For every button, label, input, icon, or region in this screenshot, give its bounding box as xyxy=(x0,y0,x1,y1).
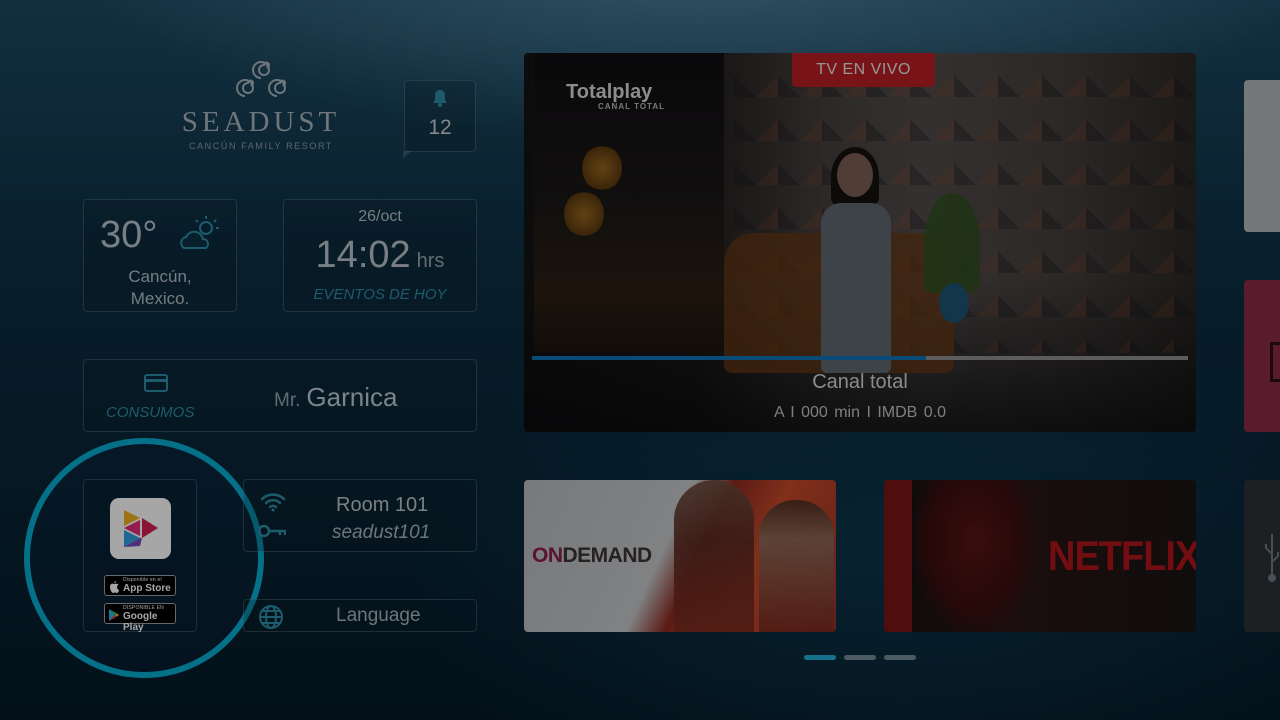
key-icon xyxy=(257,524,287,543)
consumos-link[interactable]: CONSUMOS xyxy=(106,404,194,421)
playback-progress xyxy=(532,356,1188,360)
hotel-subtitle: CANCÚN FAMILY RESORT xyxy=(188,141,334,151)
pagination-dot[interactable] xyxy=(844,655,876,660)
side-card-1[interactable] xyxy=(1244,80,1280,232)
app-store-text: App Store xyxy=(123,583,171,594)
notifications-button[interactable]: 12 xyxy=(404,80,476,152)
channel-logo-text: Totalplay xyxy=(566,81,653,103)
credit-card-icon xyxy=(144,374,168,397)
wifi-icon xyxy=(260,492,286,517)
room-wifi-panel[interactable]: Room 101 seadust101 xyxy=(243,479,477,552)
mobile-app-tile[interactable]: Disponible en el App Store DISPONIBLE EN… xyxy=(83,479,197,633)
notification-bubble-tail xyxy=(403,151,411,159)
current-time: 14:02 hrs xyxy=(284,234,476,277)
ondemand-logo: ONDEMAND xyxy=(532,544,652,568)
guest-name: Mr. Garnica xyxy=(274,382,397,413)
wifi-password: seadust101 xyxy=(332,522,431,543)
ondemand-logo-rest: DEMAND xyxy=(562,544,653,567)
weather-widget[interactable]: 30° Cancún, Mexico. xyxy=(83,199,237,312)
current-date: 26/oct xyxy=(358,208,402,225)
language-label: Language xyxy=(336,605,421,626)
globe-icon xyxy=(258,604,284,635)
time-unit: hrs xyxy=(416,250,445,272)
google-play-icon xyxy=(109,608,119,626)
playback-progress-fill xyxy=(532,356,926,360)
notification-count: 12 xyxy=(428,116,452,139)
channel-logo-subtext: CANAL TOTAL xyxy=(598,102,665,111)
pagination-dot[interactable] xyxy=(804,655,836,660)
side-card-usb[interactable] xyxy=(1244,480,1280,632)
netflix-hero-figure xyxy=(914,480,1034,632)
pagination xyxy=(804,655,916,660)
google-play-text: Google Play xyxy=(123,611,158,633)
channel-logo: Totalplay CANAL TOTAL xyxy=(566,81,665,111)
seadust-swirl-icon xyxy=(236,61,287,97)
program-title: Canal total xyxy=(812,371,908,393)
weather-country: Mexico. xyxy=(130,289,190,308)
ondemand-logo-on: ON xyxy=(532,544,563,567)
movie-hero-figure xyxy=(759,500,834,632)
room-number: Room 101 xyxy=(336,494,429,516)
app-logo-icon xyxy=(110,498,171,559)
datetime-widget[interactable]: 26/oct 14:02 hrs EVENTOS DE HOY xyxy=(283,199,477,312)
partly-cloudy-icon xyxy=(176,214,222,259)
google-play-badge[interactable]: DISPONIBLE EN Google Play xyxy=(104,603,176,633)
weather-location: Cancún, Mexico. xyxy=(84,266,236,310)
usb-icon xyxy=(1264,532,1280,587)
program-meta: A I 000 min I IMDB 0.0 xyxy=(773,404,947,421)
hotel-logo: SEADUST CANCÚN FAMILY RESORT xyxy=(166,56,356,151)
side-card-2[interactable] xyxy=(1244,280,1280,432)
live-tv-player[interactable]: Totalplay CANAL TOTAL TV EN VIVO Canal t… xyxy=(524,53,1196,432)
temperature: 30° xyxy=(100,214,158,256)
events-today-link[interactable]: EVENTOS DE HOY xyxy=(284,286,476,303)
language-button[interactable]: Language xyxy=(243,599,477,632)
guest-title: Mr. xyxy=(274,390,301,411)
guest-account-panel[interactable]: CONSUMOS Mr. Garnica xyxy=(83,359,477,432)
guest-surname: Garnica xyxy=(306,382,398,412)
side-card-bracket xyxy=(1270,342,1280,382)
time-value: 14:02 xyxy=(315,234,411,276)
netflix-tile[interactable]: NETFLIX xyxy=(884,480,1196,632)
netflix-logo: NETFLIX xyxy=(1048,533,1196,581)
weather-city: Cancún, xyxy=(128,267,192,286)
app-store-badge[interactable]: Disponible en el App Store xyxy=(104,575,176,596)
live-badge: TV EN VIVO xyxy=(792,53,935,87)
bell-icon xyxy=(405,89,475,112)
pagination-dot[interactable] xyxy=(884,655,916,660)
hotel-name: SEADUST xyxy=(181,106,341,138)
apple-icon xyxy=(109,580,119,598)
ondemand-tile[interactable]: ONDEMAND xyxy=(524,480,836,632)
movie-hero-figure xyxy=(674,480,754,632)
